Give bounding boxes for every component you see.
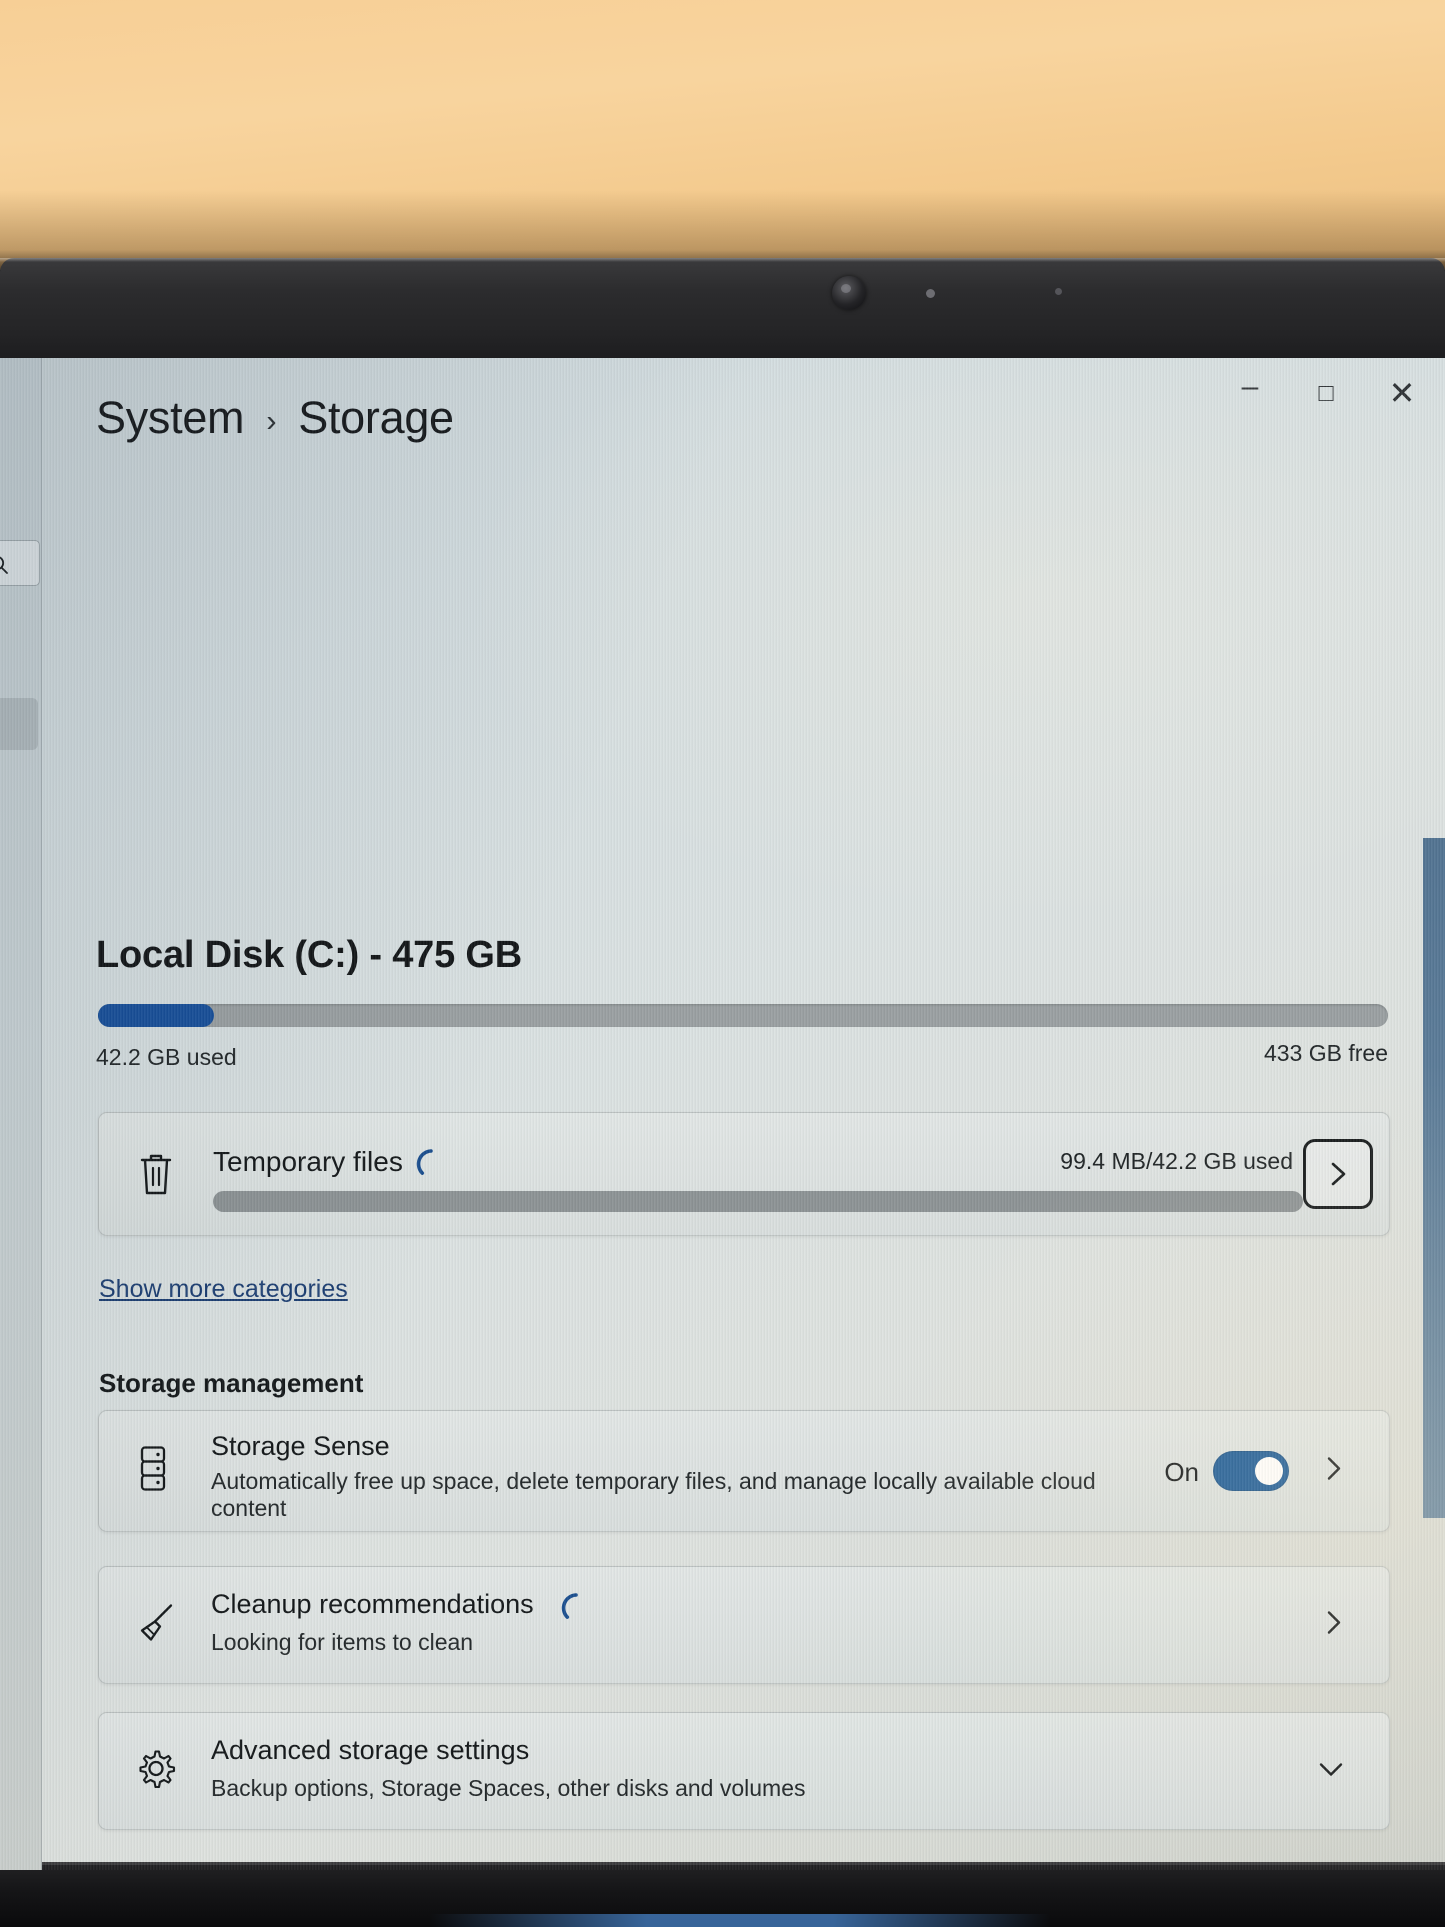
advanced-storage-settings-title: Advanced storage settings bbox=[211, 1735, 530, 1765]
indicator-led-icon bbox=[1055, 288, 1062, 295]
chevron-right-icon[interactable] bbox=[1321, 1453, 1347, 1490]
laptop-top-bezel bbox=[0, 258, 1445, 366]
storage-sense-subtitle: Automatically free up space, delete temp… bbox=[211, 1468, 1096, 1522]
temporary-files-progress bbox=[213, 1191, 1303, 1212]
disk-free-label: 433 GB free bbox=[1263, 1040, 1388, 1066]
laptop-photo-scene: – □ ✕ System › Storage Local Disk (C:) -… bbox=[0, 0, 1445, 1927]
bezel-highlight bbox=[0, 258, 1445, 262]
storage-sense-title: Storage Sense bbox=[211, 1431, 390, 1461]
gear-icon bbox=[133, 1746, 179, 1797]
breadcrumb: System › Storage bbox=[96, 392, 454, 444]
temporary-files-label: Temporary files bbox=[213, 1146, 403, 1177]
temporary-files-open-button[interactable] bbox=[1303, 1139, 1373, 1209]
window-controls: – □ ✕ bbox=[1159, 358, 1419, 428]
storage-sense-toggle[interactable] bbox=[1213, 1451, 1289, 1491]
trash-icon bbox=[135, 1149, 177, 1202]
show-more-categories-link[interactable]: Show more categories bbox=[99, 1275, 348, 1304]
page-title: Local Disk (C:) - 475 GB bbox=[96, 934, 522, 976]
chevron-down-icon[interactable] bbox=[1315, 1756, 1347, 1787]
chevron-right-icon[interactable] bbox=[1321, 1607, 1347, 1644]
chevron-right-icon: › bbox=[266, 402, 277, 438]
broom-icon bbox=[133, 1598, 181, 1653]
cleanup-recommendations-card[interactable]: Cleanup recommendations Looking for item… bbox=[98, 1566, 1390, 1684]
drive-stack-icon bbox=[133, 1443, 173, 1500]
cleanup-recommendations-title: Cleanup recommendations bbox=[211, 1589, 534, 1619]
toggle-knob bbox=[1255, 1457, 1283, 1485]
disk-usage-fill bbox=[98, 1004, 215, 1027]
settings-window-content: – □ ✕ System › Storage Local Disk (C:) -… bbox=[0, 358, 1445, 1870]
minimize-button[interactable]: – bbox=[1233, 372, 1267, 410]
camera-sensor-icon bbox=[926, 289, 935, 298]
disk-used-label: 42.2 GB used bbox=[96, 1044, 237, 1070]
storage-sense-toggle-label: On bbox=[1164, 1457, 1199, 1487]
close-button[interactable]: ✕ bbox=[1385, 376, 1419, 410]
storage-management-heading: Storage management bbox=[99, 1368, 364, 1398]
breadcrumb-current: Storage bbox=[298, 392, 454, 443]
bezel-light-reflection bbox=[430, 1914, 1050, 1927]
laptop-screen: – □ ✕ System › Storage Local Disk (C:) -… bbox=[0, 358, 1445, 1870]
temporary-files-usage: 99.4 MB/42.2 GB used bbox=[1060, 1148, 1293, 1174]
temporary-files-card[interactable]: Temporary files 99.4 MB/42.2 GB used bbox=[98, 1112, 1390, 1236]
breadcrumb-root[interactable]: System bbox=[96, 392, 245, 444]
advanced-storage-settings-subtitle: Backup options, Storage Spaces, other di… bbox=[211, 1775, 806, 1801]
disk-usage-bar bbox=[98, 1004, 1388, 1027]
loading-spinner-icon bbox=[559, 1591, 593, 1625]
chevron-right-icon bbox=[1331, 1162, 1346, 1186]
advanced-storage-settings-card[interactable]: Advanced storage settings Backup options… bbox=[98, 1712, 1390, 1830]
storage-sense-card[interactable]: Storage Sense Automatically free up spac… bbox=[98, 1410, 1390, 1532]
webcam-icon bbox=[832, 276, 866, 310]
cleanup-recommendations-subtitle: Looking for items to clean bbox=[211, 1629, 474, 1655]
loading-spinner-icon bbox=[414, 1147, 448, 1181]
maximize-button[interactable]: □ bbox=[1309, 376, 1343, 410]
